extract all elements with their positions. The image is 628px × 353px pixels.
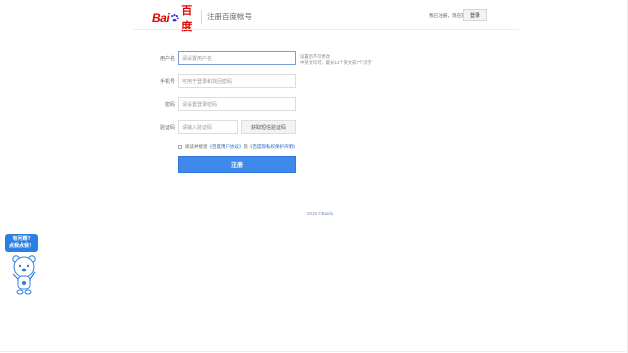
agree-checkbox[interactable] xyxy=(178,144,182,149)
get-sms-code-button[interactable]: 获取短信验证码 xyxy=(241,120,296,134)
bottom-border xyxy=(0,351,628,352)
header-divider xyxy=(201,10,202,24)
phone-label: 手机号 xyxy=(159,79,175,85)
help-mascot[interactable]: 有问题? 点我点我！ xyxy=(5,234,41,298)
bear-mascot-icon xyxy=(12,255,36,295)
help-text-1: 有问题? xyxy=(12,236,31,242)
footer-copyright: 2019 ©Baidu xyxy=(307,211,334,216)
baidu-logo[interactable]: Bai 百度 xyxy=(152,5,198,33)
agree-prefix: 阅读并接受 xyxy=(185,143,208,149)
username-label: 用户名 xyxy=(159,56,175,62)
password-label: 密码 xyxy=(164,102,175,108)
help-bubble[interactable]: 有问题? 点我点我！ xyxy=(5,234,38,252)
header-divider-line xyxy=(133,29,519,30)
verification-code-label: 验证码 xyxy=(159,125,175,131)
user-agreement-link[interactable]: 《百度用户协议》 xyxy=(208,144,244,150)
paw-icon xyxy=(171,13,179,21)
help-text-2: 点我点我！ xyxy=(8,243,34,249)
logo-text: Bai xyxy=(152,10,170,25)
have-account-text: 我已注册，现在就 xyxy=(429,13,466,18)
phone-input[interactable]: 可用于登录和找回密码 xyxy=(178,74,296,88)
register-button[interactable]: 注册 xyxy=(178,156,296,173)
verification-code-input[interactable]: 请输入验证码 xyxy=(178,120,238,134)
page-title: 注册百度帐号 xyxy=(207,12,252,21)
hint-line-2: 中英文均可，最长14个英文或7个汉字 xyxy=(300,60,372,66)
username-input[interactable]: 请设置用户名 xyxy=(178,51,296,65)
privacy-statement-link[interactable]: 《百度隐私权保护声明》 xyxy=(248,144,298,150)
username-hint: 设置后不可更改 中英文均可，最长14个英文或7个汉字 xyxy=(300,54,372,67)
login-button[interactable]: 登录 xyxy=(463,9,487,21)
password-input[interactable]: 请设置登录密码 xyxy=(178,97,296,111)
agreement-row: 阅读并接受 《百度用户协议》 及 《百度隐私权保护声明》 xyxy=(178,143,298,150)
page-header: Bai 百度 注册百度帐号 我已注册，现在就 登录 xyxy=(0,0,628,33)
